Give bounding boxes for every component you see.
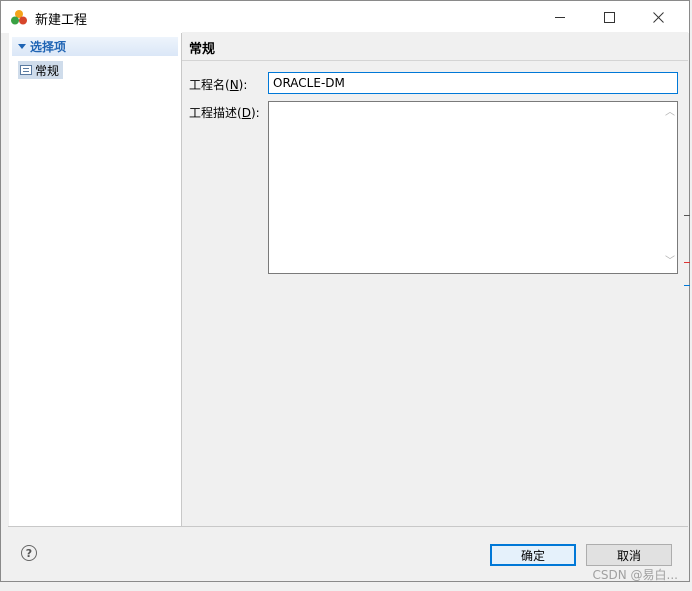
- tree-item-general[interactable]: 常规: [18, 61, 64, 79]
- description-label: 工程描述(D):: [189, 106, 260, 120]
- ok-button[interactable]: 确定: [490, 544, 576, 566]
- app-icon: [11, 10, 27, 25]
- project-name-input[interactable]: [268, 72, 678, 94]
- close-icon: [652, 11, 664, 23]
- help-icon[interactable]: ?: [21, 545, 37, 561]
- preference-tree: 选择项 常规: [9, 33, 182, 527]
- project-description-textarea[interactable]: ︿ ﹀: [268, 101, 678, 274]
- window-title: 新建工程: [35, 13, 88, 28]
- tree-header[interactable]: 选择项: [12, 37, 178, 56]
- maximize-button[interactable]: [586, 1, 632, 33]
- chevron-down-icon[interactable]: ﹀: [665, 257, 675, 267]
- section-title: 常规: [189, 42, 216, 57]
- chevron-up-icon[interactable]: ︿: [665, 108, 675, 118]
- section-header: 常规: [182, 32, 688, 61]
- page-icon: [20, 65, 32, 75]
- watermark: CSDN @易白...: [592, 568, 678, 582]
- expand-arrow-icon[interactable]: [18, 44, 26, 49]
- background-edge-line: [684, 215, 690, 216]
- minimize-button[interactable]: [537, 1, 583, 33]
- background-edge-line: [684, 262, 690, 263]
- name-label: 工程名(N):: [189, 78, 248, 92]
- divider: [8, 526, 688, 527]
- tree-header-label: 选择项: [30, 40, 67, 54]
- close-button[interactable]: [635, 1, 681, 33]
- tree-item-label: 常规: [35, 63, 60, 78]
- cancel-button[interactable]: 取消: [586, 544, 672, 566]
- minimize-icon: [555, 16, 565, 18]
- maximize-icon: [603, 11, 615, 23]
- background-edge-line: [684, 285, 690, 286]
- title-bar: 新建工程: [1, 1, 689, 33]
- vertical-scrollbar[interactable]: ︿ ﹀: [661, 102, 677, 273]
